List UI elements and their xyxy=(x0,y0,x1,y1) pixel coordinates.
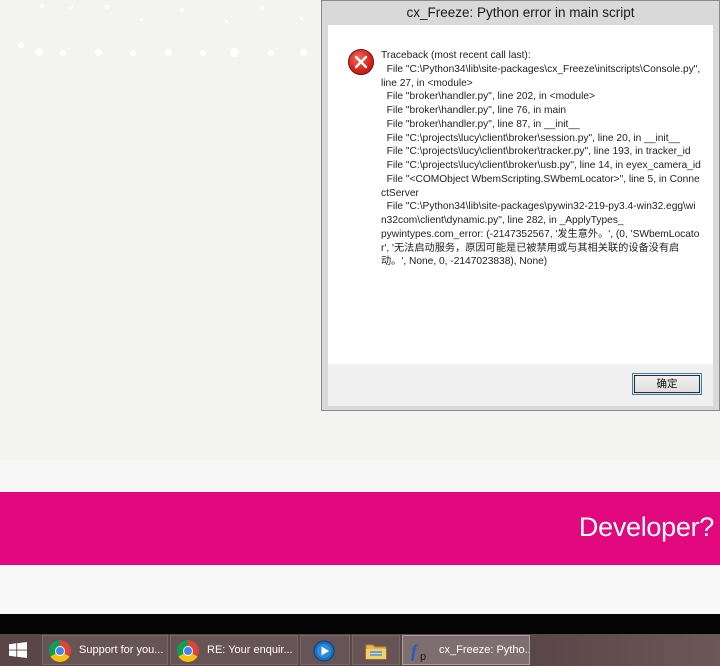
taskbar-item-cx-freeze[interactable]: f p cx_Freeze: Pytho... xyxy=(402,635,530,665)
decorative-dots xyxy=(0,0,330,60)
page-band-white xyxy=(0,565,720,614)
taskbar-item-file-explorer[interactable] xyxy=(352,635,400,665)
python-freeze-icon: f p xyxy=(411,641,426,662)
taskbar: Support for you... RE: Your enquir... f … xyxy=(0,634,720,666)
error-icon xyxy=(348,49,374,75)
taskbar-item-label: cx_Freeze: Pytho... xyxy=(439,644,529,656)
file-explorer-icon xyxy=(365,644,387,660)
taskbar-item-chrome-support[interactable]: Support for you... xyxy=(42,635,168,665)
chrome-icon xyxy=(177,640,199,662)
taskbar-highlight xyxy=(530,634,720,666)
developer-heading: Developer? xyxy=(578,512,714,542)
taskbar-item-label: RE: Your enquir... xyxy=(207,644,293,656)
taskbar-item-label: Support for you... xyxy=(79,644,164,656)
dialog-content: Traceback (most recent call last): File … xyxy=(328,25,713,364)
taskbar-item-media-player[interactable] xyxy=(300,635,350,665)
taskbar-item-chrome-enquiry[interactable]: RE: Your enquir... xyxy=(170,635,298,665)
dialog-footer: 确定 xyxy=(328,364,713,406)
dialog-title[interactable]: cx_Freeze: Python error in main script xyxy=(322,1,719,25)
page-footer-bar xyxy=(0,614,720,634)
media-player-icon xyxy=(313,640,335,662)
start-button[interactable] xyxy=(0,634,40,666)
svg-text:p: p xyxy=(420,651,426,662)
error-dialog: cx_Freeze: Python error in main script T… xyxy=(321,0,720,411)
ok-button[interactable]: 确定 xyxy=(632,373,702,395)
page-band-light xyxy=(0,460,720,492)
chrome-icon xyxy=(49,640,71,662)
developer-banner: Developer? xyxy=(0,492,720,565)
error-message: Traceback (most recent call last): File … xyxy=(381,50,701,268)
svg-text:f: f xyxy=(411,641,419,661)
windows-logo-icon xyxy=(9,642,27,658)
